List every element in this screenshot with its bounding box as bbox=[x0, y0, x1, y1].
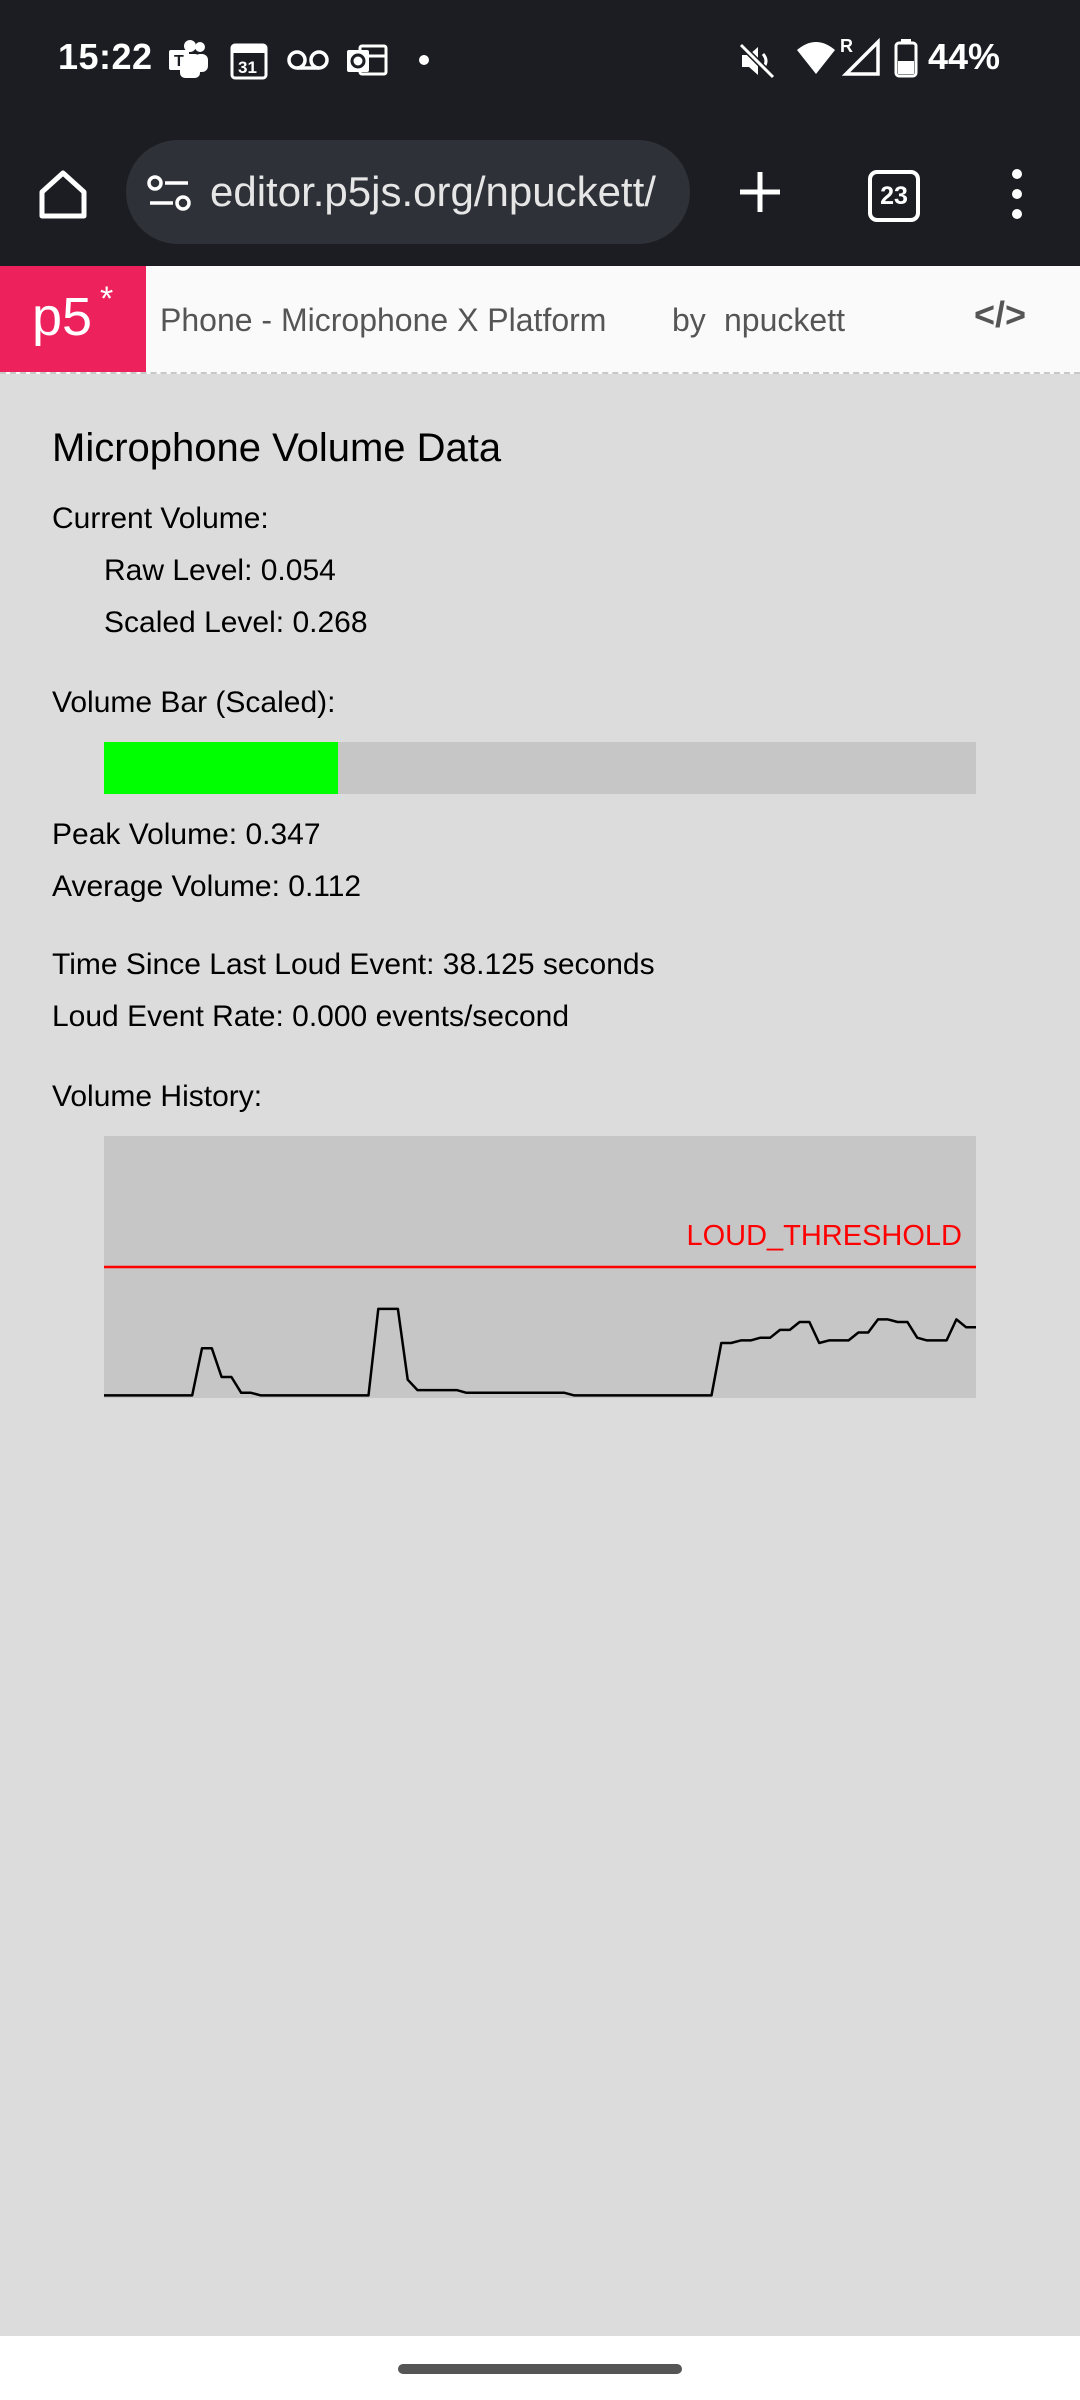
sketch-heading: Microphone Volume Data bbox=[52, 426, 502, 470]
volume-history-chart: LOUD_THRESHOLD bbox=[104, 1136, 976, 1398]
battery-percent: 44% bbox=[928, 36, 1001, 77]
p5-editor-header: p5 * Phone - Microphone X Platform by np… bbox=[0, 266, 1080, 374]
mute-icon bbox=[738, 42, 776, 80]
volume-history-plot bbox=[104, 1265, 976, 1397]
home-icon[interactable] bbox=[36, 168, 90, 220]
threshold-label: LOUD_THRESHOLD bbox=[686, 1220, 962, 1252]
roaming-indicator: R bbox=[840, 36, 853, 56]
sketch-by-label: by bbox=[672, 302, 706, 338]
site-settings-icon[interactable] bbox=[146, 174, 192, 212]
sketch-title: Phone - Microphone X Platform bbox=[160, 302, 607, 338]
loud-event-rate-text: Loud Event Rate: 0.000 events/second bbox=[52, 1000, 570, 1033]
sketch-author-link[interactable]: npuckett bbox=[724, 302, 845, 339]
more-dot-icon bbox=[419, 55, 429, 65]
volume-history-label: Volume History: bbox=[52, 1080, 263, 1113]
p5-logo-text: p5 bbox=[32, 287, 93, 347]
menu-icon[interactable] bbox=[1006, 166, 1028, 222]
tab-switcher-icon[interactable]: 23 bbox=[868, 170, 920, 222]
new-tab-icon[interactable] bbox=[736, 168, 784, 216]
status-bar: 15:22 T 31 R 44% bbox=[0, 0, 1080, 122]
browser-toolbar: editor.p5js.org/npuckett/ 23 bbox=[0, 122, 1080, 266]
calendar-day: 31 bbox=[238, 58, 257, 77]
average-volume-text: Average Volume: 0.112 bbox=[52, 870, 362, 903]
url-text[interactable]: editor.p5js.org/npuckett/ bbox=[210, 168, 670, 216]
volume-history-line bbox=[104, 1307, 976, 1397]
p5-logo[interactable]: p5 * bbox=[0, 266, 146, 372]
time-since-loud-text: Time Since Last Loud Event: 38.125 secon… bbox=[52, 948, 655, 981]
p5-logo-star: * bbox=[100, 280, 114, 318]
tab-count: 23 bbox=[880, 181, 908, 210]
battery-icon bbox=[894, 39, 918, 78]
calendar-icon: 31 bbox=[230, 43, 268, 80]
peak-volume-text: Peak Volume: 0.347 bbox=[52, 818, 321, 851]
address-bar[interactable]: editor.p5js.org/npuckett/ bbox=[126, 140, 690, 244]
signal-icon: R bbox=[840, 36, 880, 76]
volume-bar-fill bbox=[104, 742, 338, 794]
gesture-nav-bar bbox=[0, 2336, 1080, 2400]
home-gesture-handle[interactable] bbox=[398, 2364, 682, 2374]
current-volume-label: Current Volume: bbox=[52, 502, 269, 535]
teams-icon: T bbox=[169, 40, 208, 78]
scaled-level-text: Scaled Level: 0.268 bbox=[104, 606, 368, 639]
wifi-icon bbox=[797, 42, 835, 74]
raw-level-text: Raw Level: 0.054 bbox=[104, 554, 336, 587]
volume-bar-label: Volume Bar (Scaled): bbox=[52, 686, 336, 719]
volume-bar bbox=[104, 742, 976, 794]
status-time: 15:22 bbox=[58, 36, 153, 77]
outlook-icon bbox=[347, 44, 388, 76]
sketch-canvas[interactable]: Microphone Volume Data Current Volume: R… bbox=[0, 374, 1080, 2336]
phone-screen: 15:22 T 31 R 44% editor.p5js.org/npucket… bbox=[0, 0, 1080, 2400]
svg-text:T: T bbox=[174, 53, 184, 70]
code-icon[interactable]: </> bbox=[974, 294, 1026, 336]
voicemail-icon bbox=[287, 50, 329, 70]
